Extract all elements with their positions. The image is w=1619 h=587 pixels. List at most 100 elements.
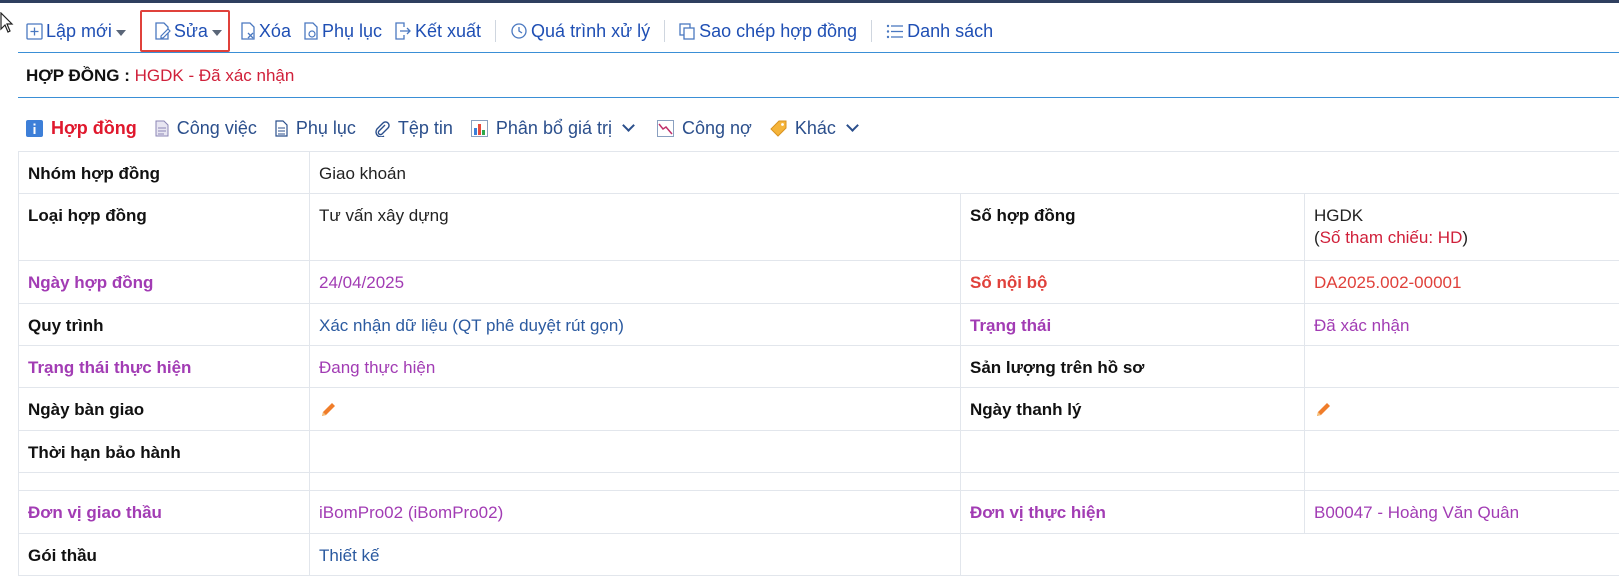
tab-files-label: Tệp tin xyxy=(397,117,453,138)
field-value xyxy=(1303,345,1619,388)
divider xyxy=(18,52,1619,53)
field-value xyxy=(309,387,961,431)
field-value xyxy=(1303,387,1619,431)
caret-down-icon[interactable] xyxy=(211,29,222,36)
field-value: B00047 - Hoàng Văn Quân xyxy=(1303,490,1619,534)
export-button-label: Kết xuất xyxy=(415,20,482,41)
plus-square-icon xyxy=(26,22,43,40)
appendix-document-icon xyxy=(304,21,318,40)
spacer-cell xyxy=(309,472,961,491)
tag-icon xyxy=(770,120,787,137)
field-value: Đang thực hiện xyxy=(309,345,961,388)
field-value: Đã xác nhận xyxy=(1303,303,1619,346)
tab-debt-label: Công nợ xyxy=(681,117,752,138)
new-button-label: Lập mới xyxy=(46,20,112,41)
table-row: Ngày hợp đồng 24/04/2025 Số nội bộ DA202… xyxy=(18,260,1619,304)
table-row: Ngày bàn giao Ngày thanh lý xyxy=(18,387,1619,431)
field-label: Đơn vị giao thầu xyxy=(18,490,310,534)
tab-value-allocation-label: Phân bổ giá trị xyxy=(495,117,612,138)
field-label: Ngày thanh lý xyxy=(960,387,1305,431)
tab-debt[interactable]: Công nợ xyxy=(656,117,752,139)
table-row: Nhóm hợp đồng Giao khoán xyxy=(18,151,1619,194)
tab-appendix-label: Phụ lục xyxy=(295,117,356,138)
tab-tasks-label: Công việc xyxy=(176,117,257,138)
list-icon xyxy=(886,24,904,38)
pencil-icon[interactable] xyxy=(319,401,337,419)
table-row: Gói thầu Thiết kế xyxy=(18,533,1619,576)
new-button[interactable]: Lập mới xyxy=(20,14,132,48)
toolbar-separator xyxy=(495,20,497,42)
line-chart-icon xyxy=(656,119,674,137)
table-row: Trạng thái thực hiện Đang thực hiện Sản … xyxy=(18,345,1619,388)
tab-appendix[interactable]: Phụ lục xyxy=(275,118,356,139)
info-icon xyxy=(26,119,43,137)
field-value: Tư vấn xây dựng xyxy=(309,193,961,261)
contract-number: HGDK xyxy=(1314,206,1364,225)
tab-contract[interactable]: Hợp đồng xyxy=(26,118,137,139)
field-label: Loại hợp đồng xyxy=(18,193,310,261)
page-title-label: HỢP ĐỒNG : xyxy=(26,66,130,85)
action-toolbar: Lập mới Sửa Xóa Phụ lục Kết xuất Quá trì… xyxy=(20,10,999,52)
delete-document-icon xyxy=(241,21,255,40)
table-row: Thời hạn bảo hành xyxy=(18,430,1619,473)
spacer-cell xyxy=(1303,472,1619,491)
field-label: Quy trình xyxy=(18,303,310,346)
field-label: Đơn vị thực hiện xyxy=(960,490,1305,534)
edit-button-label: Sửa xyxy=(173,20,208,41)
field-label: Trạng thái thực hiện xyxy=(18,345,310,388)
export-button[interactable]: Kết xuất xyxy=(388,14,487,48)
copy-icon xyxy=(679,22,695,40)
edit-button[interactable]: Sửa xyxy=(139,10,230,52)
field-label: Sản lượng trên hồ sơ xyxy=(960,345,1305,388)
chevron-down-icon[interactable] xyxy=(622,118,635,132)
paperclip-icon xyxy=(375,120,390,137)
copy-contract-label: Sao chép hợp đồng xyxy=(699,20,858,41)
bar-chart-icon xyxy=(470,119,488,137)
list-button[interactable]: Danh sách xyxy=(880,14,999,48)
caret-down-icon[interactable] xyxy=(115,29,126,36)
workflow-link[interactable]: Xác nhận dữ liệu (QT phê duyệt rút gọn) xyxy=(309,303,961,346)
field-value xyxy=(309,430,961,473)
delete-button-label: Xóa xyxy=(258,20,291,41)
table-row: Đơn vị giao thầu iBomPro02 (iBomPro02) Đ… xyxy=(18,490,1619,534)
tab-other[interactable]: Khác xyxy=(770,117,859,139)
appendix-button[interactable]: Phụ lục xyxy=(297,14,388,48)
appendix-button-label: Phụ lục xyxy=(321,20,382,41)
history-clock-icon xyxy=(511,23,527,39)
tab-value-allocation[interactable]: Phân bổ giá trị xyxy=(470,117,635,139)
chevron-down-icon[interactable] xyxy=(846,118,859,132)
field-value: 24/04/2025 xyxy=(309,260,961,304)
field-value xyxy=(1303,430,1619,473)
copy-contract-button[interactable]: Sao chép hợp đồng xyxy=(673,14,863,48)
field-value: HGDK (Số tham chiếu: HD) xyxy=(1303,193,1619,261)
tab-contract-label: Hợp đồng xyxy=(51,117,137,138)
field-label: Ngày bàn giao xyxy=(18,387,310,431)
file-icon xyxy=(275,119,288,137)
table-row: Loại hợp đồng Tư vấn xây dựng Số hợp đồn… xyxy=(18,193,1619,261)
process-history-label: Quá trình xử lý xyxy=(531,20,651,41)
table-row: Quy trình Xác nhận dữ liệu (QT phê duyệt… xyxy=(18,303,1619,346)
field-label: Ngày hợp đồng xyxy=(18,260,310,304)
tab-tasks[interactable]: Công việc xyxy=(155,118,257,139)
package-link[interactable]: Thiết kế xyxy=(309,533,961,576)
divider xyxy=(18,97,1619,98)
tab-other-label: Khác xyxy=(794,117,836,138)
empty-cell xyxy=(959,533,1619,576)
delete-button[interactable]: Xóa xyxy=(234,14,297,48)
field-value: iBomPro02 (iBomPro02) xyxy=(309,490,961,534)
window-top-border xyxy=(0,0,1619,3)
pencil-icon[interactable] xyxy=(1314,401,1332,419)
page-title: HỢP ĐỒNG : HGDK - Đã xác nhận xyxy=(26,66,294,86)
reference-number: (Số tham chiếu: HD) xyxy=(1314,228,1469,247)
field-label: Thời hạn bảo hành xyxy=(18,430,310,473)
spacer-cell xyxy=(18,472,310,491)
field-value: Giao khoán xyxy=(308,151,1619,194)
export-icon xyxy=(395,21,411,40)
process-history-button[interactable]: Quá trình xử lý xyxy=(504,14,656,48)
toolbar-separator xyxy=(871,20,873,42)
field-label: Số nội bộ xyxy=(960,260,1305,304)
contract-info-table: Nhóm hợp đồng Giao khoán Loại hợp đồng T… xyxy=(18,151,1619,576)
tab-files[interactable]: Tệp tin xyxy=(374,118,453,139)
spacer-cell xyxy=(960,472,1305,491)
document-icon xyxy=(155,120,169,136)
